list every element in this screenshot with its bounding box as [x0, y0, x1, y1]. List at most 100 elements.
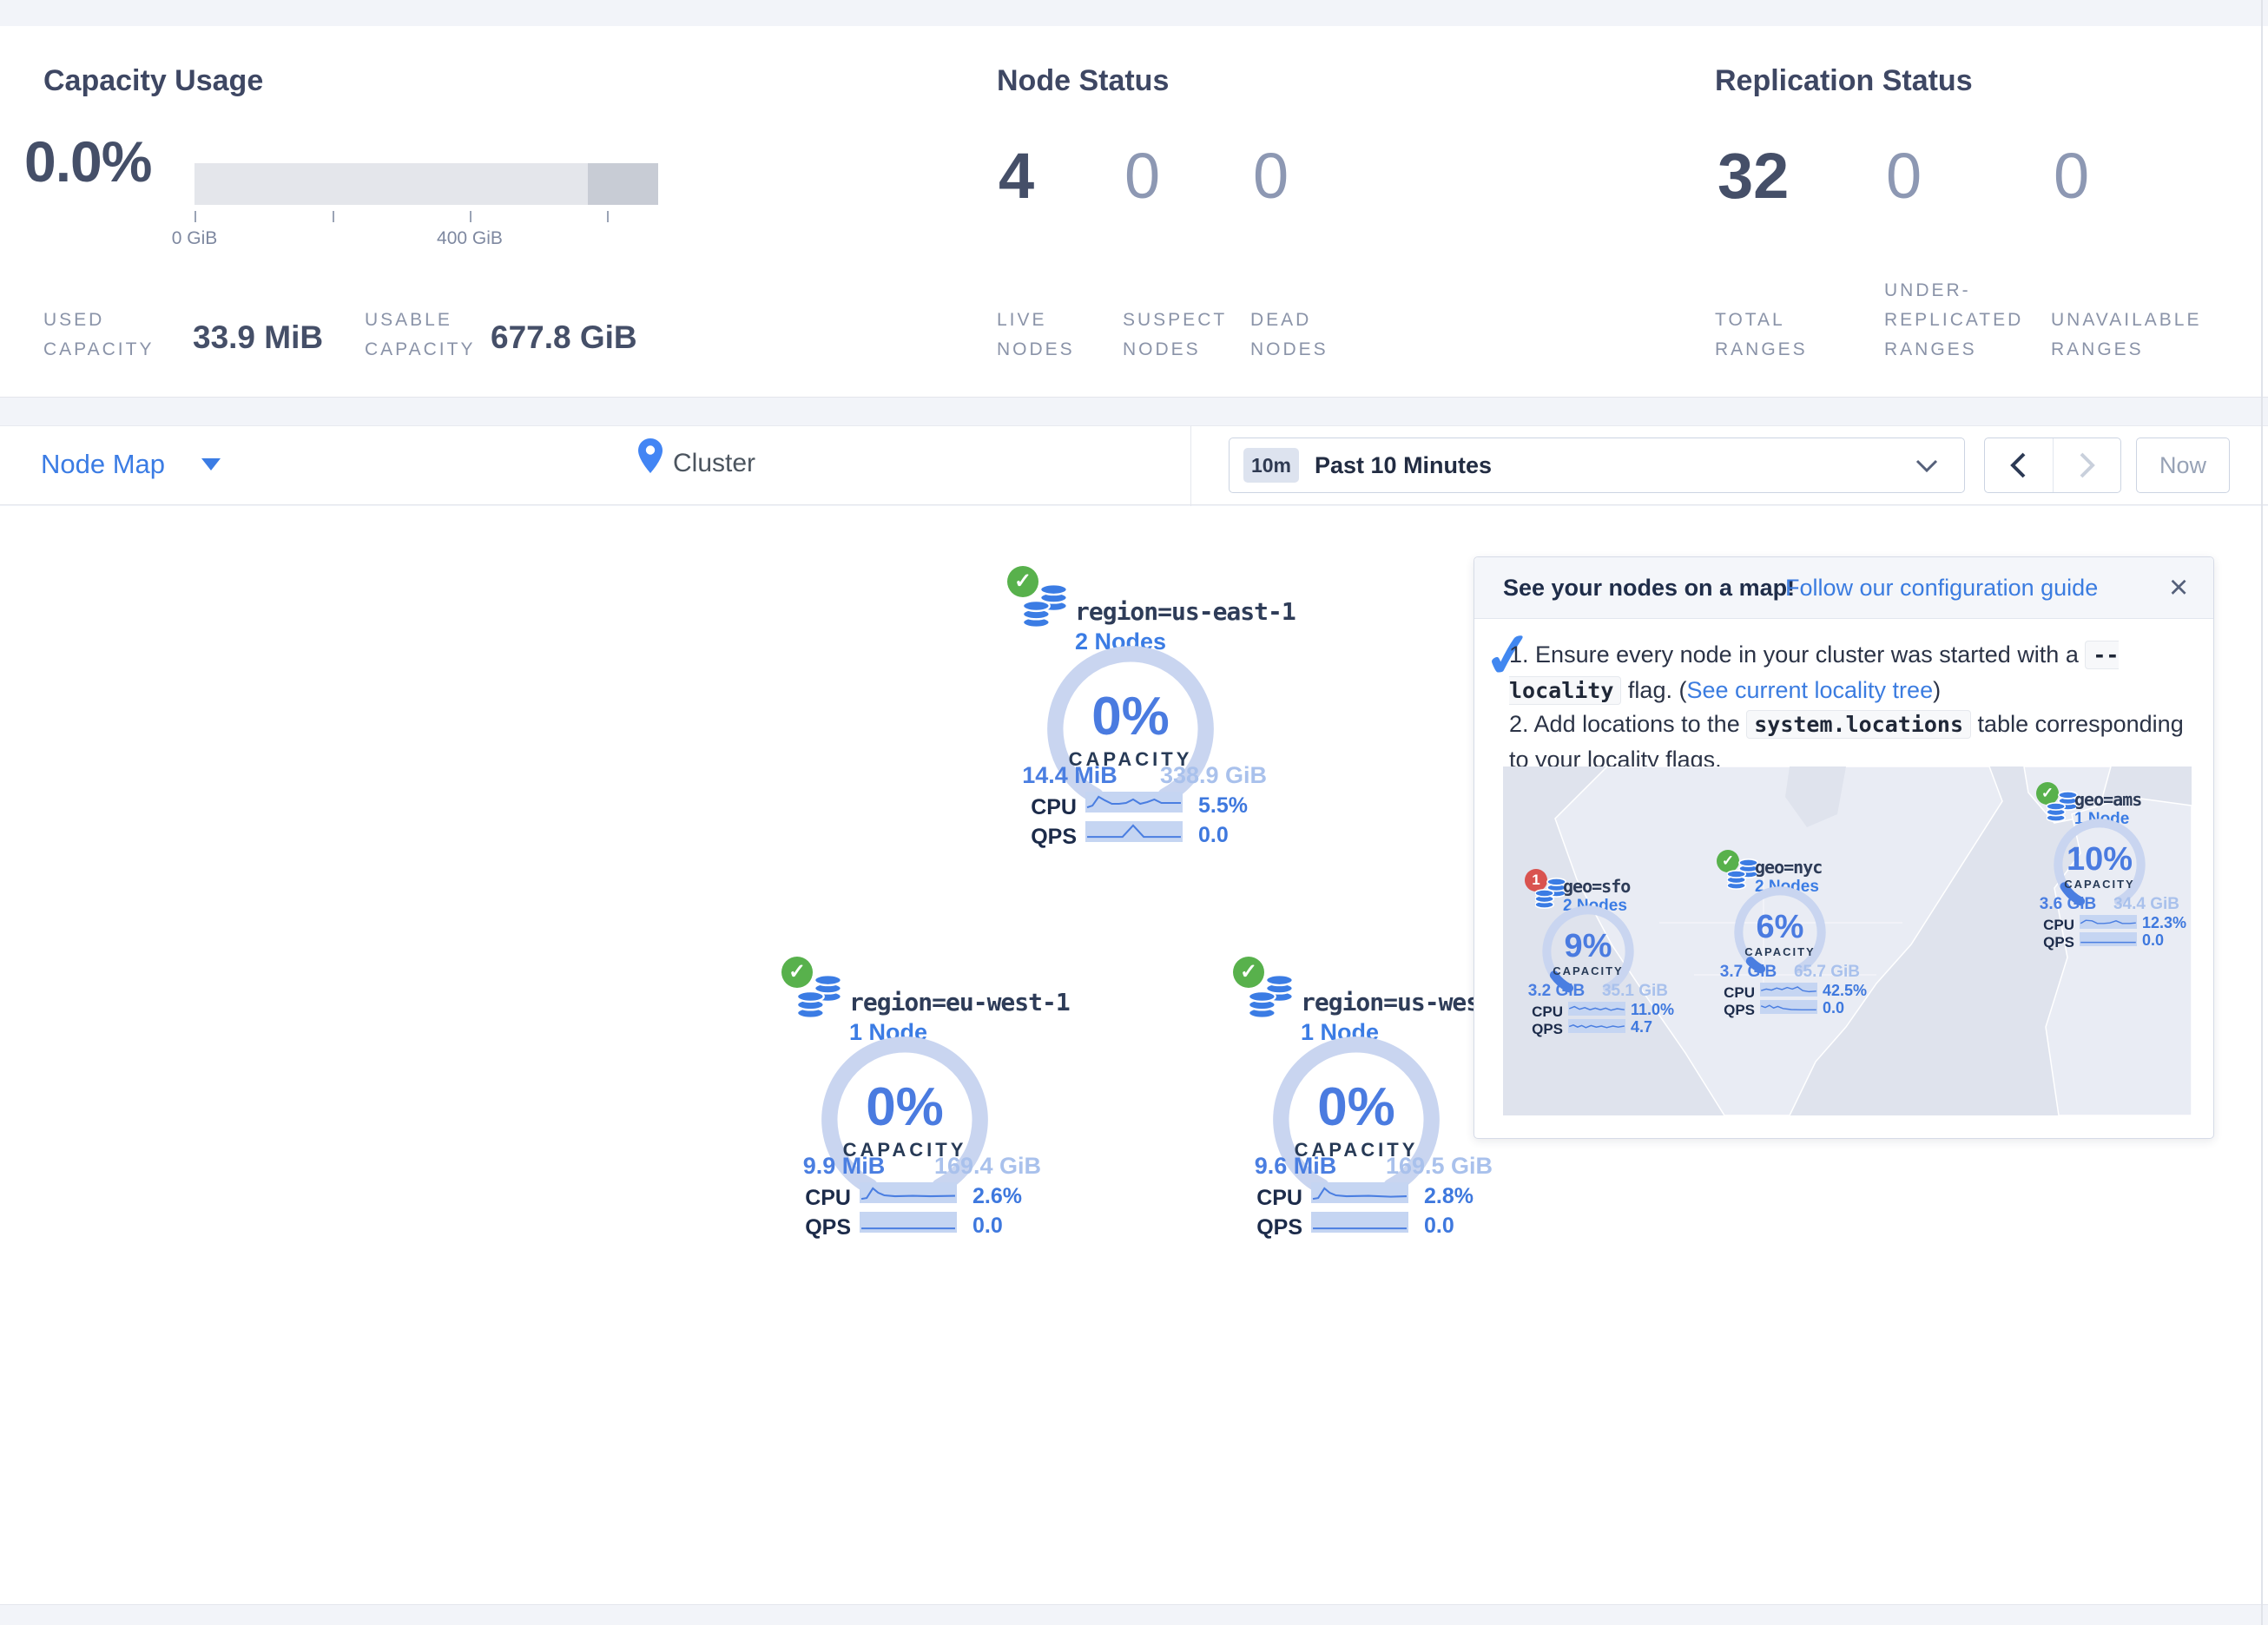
total-capacity: 169.4 GiB — [925, 1153, 1051, 1180]
qps-sparkline — [860, 1212, 957, 1233]
total-capacity: 338.9 GiB — [1150, 762, 1276, 789]
qps-value: 0.0 — [2142, 931, 2164, 950]
capacity-percent: 10% — [2052, 841, 2147, 878]
region-name: geo=sfo — [1563, 876, 1630, 897]
capacity-usage-bar-reserved — [588, 163, 658, 205]
suspect-nodes-value: 0 — [1124, 139, 1160, 213]
qps-label: QPS — [799, 1215, 851, 1240]
cpu-sparkline — [1760, 983, 1817, 997]
qps-sparkline — [1311, 1212, 1408, 1233]
view-mode-dropdown[interactable]: Node Map — [41, 449, 221, 480]
qps-value: 0.0 — [1823, 999, 1844, 1017]
capacity-label: CAPACITY — [2052, 878, 2147, 891]
time-back-button[interactable] — [1985, 438, 2054, 492]
total-capacity: 35.1 GiB — [1596, 982, 1674, 1001]
qps-sparkline — [2080, 932, 2137, 946]
replication-status-title: Replication Status — [1715, 64, 1973, 98]
qps-sparkline — [1085, 821, 1183, 842]
cpu-value: 5.5% — [1198, 793, 1248, 819]
view-mode-label: Node Map — [41, 449, 165, 479]
time-range-selector[interactable]: 10m Past 10 Minutes — [1229, 438, 1965, 493]
qps-value: 0.0 — [972, 1214, 1003, 1239]
used-capacity: 9.9 MiB — [783, 1153, 905, 1180]
map-node-geo-sfo[interactable]: 1 geo=sfo 2 Nodes 9% CAPACITY 3.2 GiB 35… — [1525, 869, 1707, 1056]
time-nav-group — [1984, 438, 2121, 493]
usable-capacity-value: 677.8 GiB — [491, 319, 637, 356]
total-ranges-label: TOTAL RANGES — [1715, 306, 1819, 365]
qps-label: QPS — [1025, 825, 1077, 850]
total-capacity: 34.4 GiB — [2107, 895, 2186, 914]
map-pin-icon — [638, 438, 663, 473]
region-card-eu-west-1[interactable]: ✓ region=eu-west-1 1 Node 0% CAPACITY 9.… — [773, 946, 1172, 1276]
total-ranges-value: 32 — [1717, 139, 1789, 213]
qps-label: QPS — [1250, 1215, 1302, 1240]
axis-tick — [194, 211, 196, 222]
cpu-value: 2.8% — [1424, 1184, 1474, 1209]
step-text: Ensure every node in your cluster was st… — [1535, 641, 2085, 668]
cpu-sparkline — [1085, 792, 1183, 812]
qps-sparkline — [1568, 1019, 1625, 1033]
step-text: ) — [1933, 677, 1941, 703]
capacity-percent: 0% — [1269, 1076, 1443, 1138]
time-range-label: Past 10 Minutes — [1315, 452, 1492, 479]
step-text: flag. ( — [1621, 677, 1686, 703]
total-capacity: 65.7 GiB — [1788, 963, 1866, 982]
close-icon[interactable]: × — [2169, 575, 2188, 601]
capacity-percent: 6% — [1732, 909, 1828, 946]
qps-value: 0.0 — [1198, 823, 1229, 848]
axis-tick — [470, 211, 471, 222]
locality-tree-link[interactable]: See current locality tree — [1686, 677, 1933, 703]
capacity-label: CAPACITY — [1540, 964, 1636, 977]
cpu-label: CPU — [1025, 795, 1077, 820]
qps-label: QPS — [1530, 1021, 1563, 1038]
used-capacity: 3.7 GiB — [1711, 963, 1785, 982]
node-status-title: Node Status — [997, 64, 1169, 98]
cpu-sparkline — [1311, 1182, 1408, 1203]
used-capacity: 3.2 GiB — [1520, 982, 1593, 1001]
used-capacity: 3.6 GiB — [2031, 895, 2105, 914]
under-replicated-label: UNDER-REPLICATED RANGES — [1884, 276, 2049, 365]
used-capacity: 9.6 MiB — [1235, 1153, 1356, 1180]
region-name: region=us-east-1 — [1075, 597, 1296, 626]
chevron-right-icon — [2079, 452, 2096, 478]
total-capacity: 169.5 GiB — [1376, 1153, 1502, 1180]
unavailable-label: UNAVAILABLE RANGES — [2051, 306, 2225, 365]
chevron-left-icon — [2009, 452, 2027, 478]
capacity-label: CAPACITY — [1732, 945, 1828, 958]
step-number: 1. — [1509, 641, 1529, 668]
cpu-value: 2.6% — [972, 1184, 1022, 1209]
capacity-percent: 9% — [1540, 928, 1636, 965]
unavailable-value: 0 — [2054, 139, 2089, 213]
axis-label-400: 400 GiB — [437, 228, 503, 249]
step-number: 2. — [1509, 711, 1529, 737]
view-toolbar: Node Map Cluster 10m Past 10 Minutes Now — [0, 425, 2268, 505]
popup-header: See your nodes on a map! Follow our conf… — [1474, 557, 2213, 619]
now-button[interactable]: Now — [2136, 438, 2230, 493]
cpu-value: 42.5% — [1823, 982, 1867, 1000]
region-name: geo=nyc — [1755, 857, 1822, 878]
qps-value: 4.7 — [1631, 1018, 1652, 1036]
map-node-geo-nyc[interactable]: ✓ geo=nyc 2 Nodes 6% CAPACITY 3.7 GiB 65… — [1717, 850, 1899, 1036]
region-card-us-east-1[interactable]: ✓ region=us-east-1 2 Nodes 0% CAPACITY 1… — [999, 556, 1398, 885]
usable-capacity-label: USABLE CAPACITY — [365, 306, 504, 365]
database-icon — [1023, 583, 1068, 628]
cpu-value: 12.3% — [2142, 914, 2186, 932]
map-node-geo-ams[interactable]: ✓ geo=ams 1 Node 10% CAPACITY 3.6 GiB 34… — [2036, 782, 2192, 969]
database-icon — [797, 974, 842, 1019]
capacity-axis: 0 GiB 400 GiB — [0, 211, 781, 263]
toolbar-divider — [1190, 426, 1191, 506]
window-right-edge — [2261, 0, 2263, 1625]
dead-nodes-value: 0 — [1253, 139, 1289, 213]
axis-tick — [607, 211, 609, 222]
live-nodes-value: 4 — [999, 139, 1034, 213]
capacity-percent: 0% — [818, 1076, 992, 1138]
suspect-nodes-label: SUSPECT NODES — [1123, 306, 1236, 365]
time-forward-button[interactable] — [2054, 438, 2121, 492]
cpu-label: CPU — [2041, 917, 2074, 934]
used-capacity-value: 33.9 MiB — [193, 319, 323, 356]
popup-title: See your nodes on a map! — [1503, 575, 1795, 602]
configuration-guide-link[interactable]: Follow our configuration guide — [1785, 575, 2098, 602]
database-icon — [1249, 974, 1294, 1019]
breadcrumb: Cluster — [673, 449, 755, 478]
capacity-usage-bar — [194, 163, 658, 205]
